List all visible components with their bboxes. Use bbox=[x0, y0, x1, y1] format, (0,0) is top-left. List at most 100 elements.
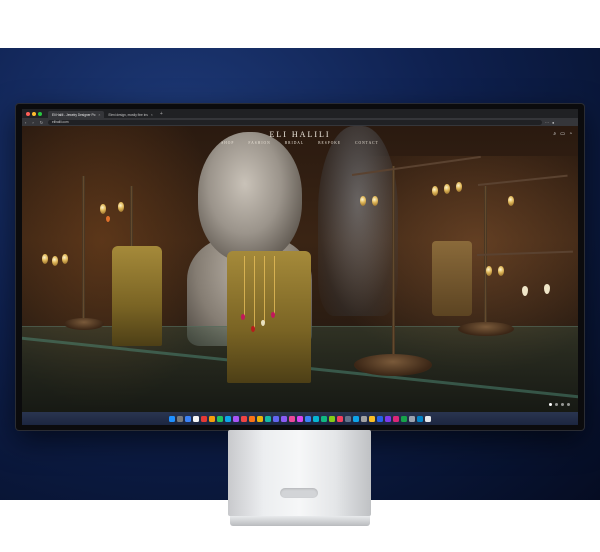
website-hero: ELI HALILI SHOP FASHION BRIDAL BESPOKE C… bbox=[22, 126, 578, 412]
zoom-window-button[interactable] bbox=[38, 111, 42, 116]
dock-app-icon[interactable] bbox=[353, 415, 359, 422]
leather-stand bbox=[432, 241, 472, 316]
back-icon[interactable]: ‹ bbox=[25, 120, 26, 125]
account-icon[interactable]: ◔ bbox=[569, 131, 572, 137]
stand-cutout bbox=[280, 488, 318, 498]
screen: Eli Halili - Jewelry Designer Po × Eleni… bbox=[22, 109, 578, 425]
nav-contact[interactable]: CONTACT bbox=[355, 141, 379, 145]
dock-app-icon[interactable] bbox=[305, 415, 311, 422]
minimize-window-button[interactable] bbox=[32, 111, 36, 116]
earring bbox=[498, 266, 504, 276]
earring bbox=[118, 202, 124, 212]
display-pole bbox=[392, 166, 395, 366]
dock-app-icon[interactable] bbox=[313, 415, 319, 422]
necklace-chain bbox=[264, 256, 265, 322]
dock-app-icon[interactable] bbox=[241, 415, 247, 422]
nav-fashion[interactable]: FASHION bbox=[248, 141, 270, 145]
necklace-chain bbox=[254, 256, 255, 328]
nav-bridal[interactable]: BRIDAL bbox=[285, 141, 304, 145]
dock-app-icon[interactable] bbox=[209, 415, 215, 422]
dock-app-icon[interactable] bbox=[417, 415, 423, 422]
dock-app-icon[interactable] bbox=[393, 415, 399, 422]
bag-icon[interactable]: ▭ bbox=[560, 131, 565, 137]
dock-app-icon[interactable] bbox=[193, 415, 199, 422]
nav-shop[interactable]: SHOP bbox=[221, 141, 234, 145]
velvet-necklace-stand bbox=[227, 251, 311, 383]
earring bbox=[444, 184, 450, 194]
monitor-stand-foot bbox=[230, 516, 370, 526]
slide-dot[interactable] bbox=[555, 403, 558, 406]
slide-dot[interactable] bbox=[567, 403, 570, 406]
necklace-chain bbox=[244, 256, 245, 316]
site-nav: SHOP FASHION BRIDAL BESPOKE CONTACT bbox=[22, 141, 578, 145]
search-icon[interactable]: ⌕ bbox=[553, 131, 556, 137]
dock-app-icon[interactable] bbox=[297, 415, 303, 422]
earring bbox=[372, 196, 378, 206]
forward-icon[interactable]: › bbox=[32, 120, 33, 125]
url-text: elihalili.com bbox=[52, 120, 69, 124]
dock-app-icon[interactable] bbox=[377, 415, 383, 422]
display-pole bbox=[484, 186, 487, 326]
bust-head-image bbox=[198, 132, 302, 262]
earring bbox=[486, 266, 492, 276]
nav-bespoke[interactable]: BESPOKE bbox=[318, 141, 341, 145]
dock-app-icon[interactable] bbox=[233, 415, 239, 422]
browser-tab-active[interactable]: Eli Halili - Jewelry Designer Po × bbox=[48, 111, 105, 118]
dock-app-icon[interactable] bbox=[177, 415, 183, 422]
dock-app-icon[interactable] bbox=[225, 415, 231, 422]
extensions-icon[interactable]: ⋯ bbox=[545, 120, 549, 125]
dock-app-icon[interactable] bbox=[369, 415, 375, 422]
dock-app-icon[interactable] bbox=[249, 415, 255, 422]
dock-app-icon[interactable] bbox=[257, 415, 263, 422]
dock-app-icon[interactable] bbox=[169, 415, 175, 422]
dock-app-icon[interactable] bbox=[185, 415, 191, 422]
slide-dot[interactable] bbox=[561, 403, 564, 406]
earring bbox=[100, 204, 106, 214]
site-header-icons: ⌕ ▭ ◔ bbox=[553, 131, 572, 137]
tab-title: Eli Halili - Jewelry Designer Po bbox=[52, 112, 96, 117]
monitor: Eli Halili - Jewelry Designer Po × Eleni… bbox=[16, 104, 584, 430]
dock-app-icon[interactable] bbox=[409, 415, 415, 422]
profile-icon[interactable]: ● bbox=[552, 120, 554, 125]
dock-app-icon[interactable] bbox=[425, 415, 431, 422]
close-window-button[interactable] bbox=[26, 111, 30, 116]
window-controls bbox=[26, 111, 42, 116]
tab-title: Eleni design, mostly fine ins bbox=[108, 112, 148, 117]
browser-tab[interactable]: Eleni design, mostly fine ins × bbox=[104, 111, 156, 118]
dock-app-icon[interactable] bbox=[289, 415, 295, 422]
macos-dock bbox=[22, 412, 578, 425]
dock-app-icon[interactable] bbox=[385, 415, 391, 422]
display-pole bbox=[82, 176, 85, 326]
dock-app-icon[interactable] bbox=[321, 415, 327, 422]
dock-app-icon[interactable] bbox=[329, 415, 335, 422]
slide-pager bbox=[549, 403, 570, 406]
reload-icon[interactable]: ↻ bbox=[40, 120, 43, 125]
browser-toolbar: ‹ › ↻ elihalili.com ⋯ ● bbox=[22, 118, 578, 126]
address-bar[interactable]: elihalili.com bbox=[48, 119, 543, 125]
earring bbox=[62, 254, 68, 264]
close-tab-icon[interactable]: × bbox=[151, 113, 153, 117]
new-tab-icon[interactable]: + bbox=[160, 111, 163, 117]
earring bbox=[432, 186, 438, 196]
dock-app-icon[interactable] bbox=[337, 415, 343, 422]
display-base bbox=[458, 322, 514, 336]
dock-app-icon[interactable] bbox=[265, 415, 271, 422]
site-logo[interactable]: ELI HALILI bbox=[22, 130, 578, 139]
dock-app-icon[interactable] bbox=[281, 415, 287, 422]
browser-tab-bar: Eli Halili - Jewelry Designer Po × Eleni… bbox=[22, 109, 578, 118]
earring bbox=[456, 182, 462, 192]
dock-app-icon[interactable] bbox=[201, 415, 207, 422]
slide-dot[interactable] bbox=[549, 403, 552, 406]
earring bbox=[42, 254, 48, 264]
display-base bbox=[64, 318, 104, 330]
dock-app-icon[interactable] bbox=[217, 415, 223, 422]
dock-app-icon[interactable] bbox=[361, 415, 367, 422]
earring bbox=[52, 256, 58, 266]
dock-app-icon[interactable] bbox=[401, 415, 407, 422]
necklace-chain bbox=[274, 256, 275, 314]
earring bbox=[360, 196, 366, 206]
dock-app-icon[interactable] bbox=[345, 415, 351, 422]
dock-app-icon[interactable] bbox=[273, 415, 279, 422]
bust-reflection-image bbox=[318, 126, 398, 316]
close-tab-icon[interactable]: × bbox=[98, 113, 100, 117]
